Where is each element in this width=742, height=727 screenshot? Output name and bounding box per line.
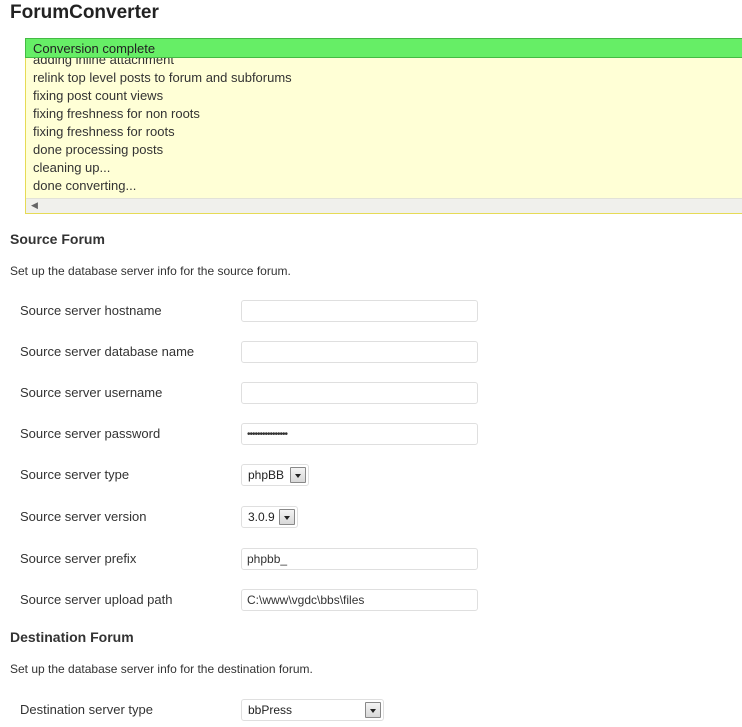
log-line: fixing freshness for non roots: [33, 106, 200, 121]
destination-type-select[interactable]: bbPress: [241, 699, 384, 721]
horizontal-scrollbar[interactable]: ◀: [26, 198, 742, 213]
source-hostname-input[interactable]: [241, 300, 478, 322]
conversion-log[interactable]: adding inline attachment relink top leve…: [25, 58, 742, 214]
chevron-down-icon[interactable]: [290, 467, 306, 483]
source-database-label: Source server database name: [20, 344, 195, 359]
log-line: adding inline attachment: [33, 58, 174, 67]
scroll-left-icon[interactable]: ◀: [31, 200, 38, 211]
page-title: ForumConverter: [10, 2, 159, 23]
log-line: done converting...: [33, 178, 137, 193]
destination-forum-heading: Destination Forum: [10, 629, 134, 645]
source-type-value: phpBB: [248, 468, 285, 482]
log-line: cleaning up...: [33, 160, 111, 175]
source-upload-path-input[interactable]: [241, 589, 478, 611]
source-database-input[interactable]: [241, 341, 478, 363]
status-banner: Conversion complete: [25, 38, 742, 58]
source-forum-description: Set up the database server info for the …: [10, 264, 291, 278]
source-prefix-input[interactable]: [241, 548, 478, 570]
log-line: relink top level posts to forum and subf…: [33, 70, 292, 85]
source-upload-path-label: Source server upload path: [20, 592, 173, 607]
log-line: done processing posts: [33, 142, 164, 157]
source-type-label: Source server type: [20, 467, 130, 482]
source-type-select[interactable]: phpBB: [241, 464, 309, 486]
source-password-label: Source server password: [20, 426, 161, 441]
source-version-select[interactable]: 3.0.9: [241, 506, 298, 528]
source-username-input[interactable]: [241, 382, 478, 404]
source-version-value: 3.0.9: [248, 510, 275, 524]
source-version-label: Source server version: [20, 509, 147, 524]
chevron-down-icon[interactable]: [279, 509, 295, 525]
destination-type-value: bbPress: [248, 703, 293, 717]
source-prefix-label: Source server prefix: [20, 551, 137, 566]
source-username-label: Source server username: [20, 385, 163, 400]
destination-forum-description: Set up the database server info for the …: [10, 662, 313, 676]
log-line: fixing post count views: [33, 88, 164, 103]
source-password-input[interactable]: [241, 423, 478, 445]
chevron-down-icon[interactable]: [365, 702, 381, 718]
source-hostname-label: Source server hostname: [20, 303, 162, 318]
source-forum-heading: Source Forum: [10, 231, 105, 247]
log-line: fixing freshness for roots: [33, 124, 175, 139]
destination-type-label: Destination server type: [20, 702, 153, 717]
log-lines: adding inline attachment relink top leve…: [33, 58, 292, 195]
